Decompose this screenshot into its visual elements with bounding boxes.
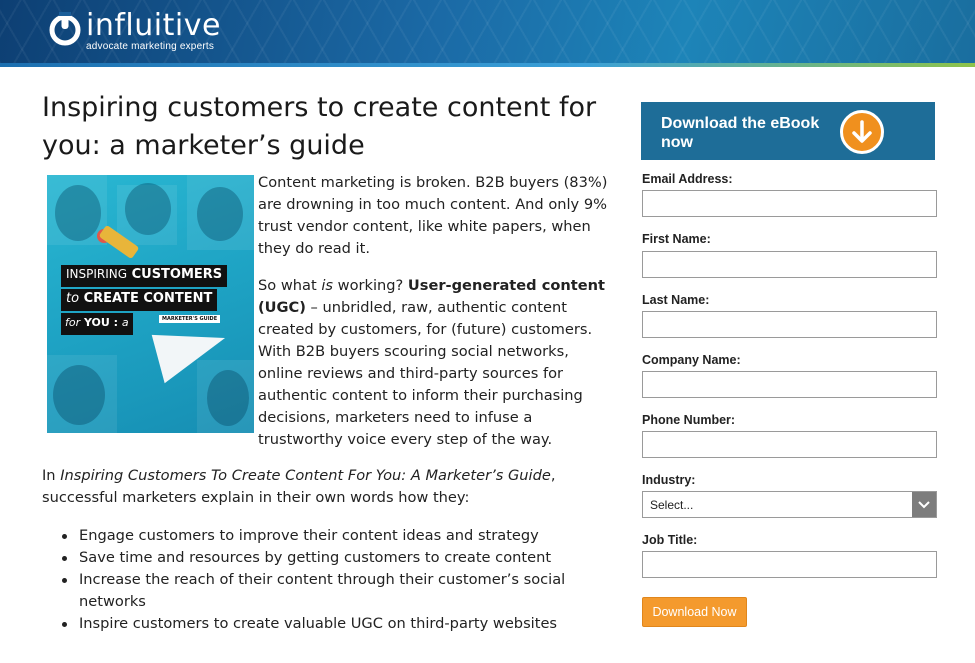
header-accent-strip (0, 63, 975, 67)
logo-tagline: advocate marketing experts (86, 41, 215, 52)
cover-title-line3: for YOU : a (61, 313, 133, 335)
cover-title-line1: INSPIRING CUSTOMERS (61, 265, 228, 287)
intro-paragraph: Content marketing is broken. B2B buyers … (258, 174, 608, 257)
arrow-down-circle-icon (840, 110, 884, 154)
list-item: Inspire customers to create valuable UGC… (60, 613, 580, 635)
job-title-field[interactable] (642, 551, 937, 578)
page-title: Inspiring customers to create content fo… (42, 92, 597, 161)
first-name-field[interactable] (642, 251, 937, 278)
list-item: Increase the reach of their content thro… (60, 569, 580, 613)
cover-title-line2: to CREATE CONTENT (61, 289, 218, 311)
email-field[interactable] (642, 190, 937, 217)
industry-select-value: Select... (650, 497, 694, 512)
last-name-field[interactable] (642, 311, 937, 338)
download-banner: Download the eBook now (641, 102, 935, 160)
guide-paragraph: In Inspiring Customers To Create Content… (42, 467, 556, 506)
download-banner-text: Download the eBook now (661, 115, 820, 151)
company-name-label: Company Name: (642, 353, 741, 367)
influitive-logo[interactable]: influitive advocate marketing experts (48, 10, 221, 52)
phone-number-field[interactable] (642, 431, 937, 458)
benefits-list: Engage customers to improve their conten… (60, 525, 580, 635)
download-now-button[interactable]: Download Now (642, 597, 747, 627)
ebook-cover-image: INSPIRING CUSTOMERS to CREATE CONTENT fo… (47, 175, 254, 433)
industry-select[interactable]: Select... (642, 491, 937, 518)
ugc-paragraph: So what is working? User-generated conte… (258, 277, 605, 448)
last-name-label: Last Name: (642, 293, 710, 307)
first-name-label: First Name: (642, 232, 711, 246)
phone-number-label: Phone Number: (642, 413, 736, 427)
power-icon (49, 12, 81, 46)
chevron-down-icon[interactable] (912, 492, 936, 517)
company-name-field[interactable] (642, 371, 937, 398)
email-label: Email Address: (642, 172, 733, 186)
logo-name: influitive (86, 8, 221, 43)
industry-label: Industry: (642, 473, 696, 487)
job-title-label: Job Title: (642, 533, 698, 547)
list-item: Engage customers to improve their conten… (60, 525, 580, 547)
list-item: Save time and resources by getting custo… (60, 547, 580, 569)
